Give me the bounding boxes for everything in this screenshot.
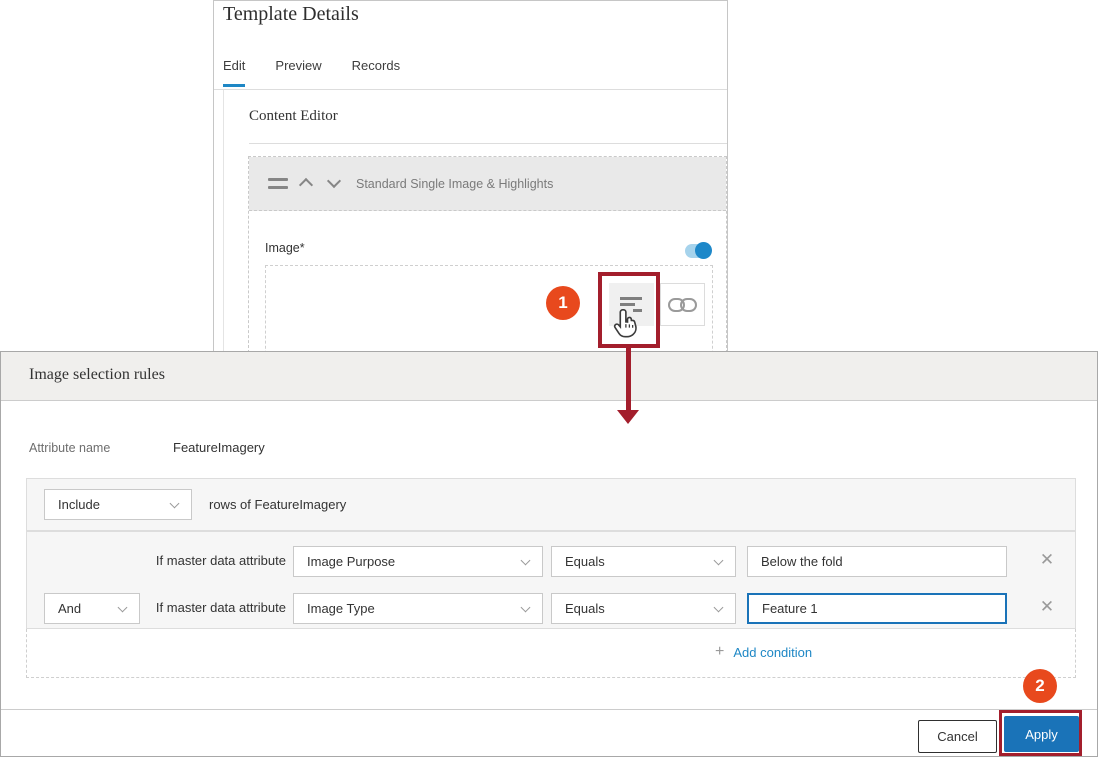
link-attribute-button[interactable] — [660, 283, 705, 326]
tab-content-area: Content Editor Standard Single Image & H… — [223, 90, 727, 352]
condition-prefix-label: If master data attribute — [127, 600, 286, 615]
page-title: Template Details — [223, 3, 359, 26]
chevron-down-icon — [170, 498, 180, 508]
tab-edit[interactable]: Edit — [223, 58, 245, 73]
attribute-name-label: Attribute name — [29, 441, 110, 455]
dialog-footer: Cancel Apply — [1, 709, 1097, 756]
attribute-name-value: FeatureImagery — [173, 440, 265, 455]
image-selection-rules-dialog: Image selection rules Attribute name Fea… — [0, 351, 1098, 757]
content-module: Standard Single Image & Highlights Image… — [248, 156, 727, 352]
dialog-title: Image selection rules — [29, 366, 165, 384]
add-condition-label: Add condition — [733, 645, 812, 660]
attribute-select-value: Image Purpose — [307, 554, 395, 569]
image-dropzone — [265, 265, 713, 352]
selection-rules-button[interactable] — [609, 283, 654, 326]
conjunction-select[interactable]: And — [44, 593, 140, 624]
condition-row: If master data attribute Image Purpose E… — [27, 537, 1075, 581]
image-field-toggle[interactable] — [685, 244, 710, 258]
active-tab-underline — [223, 84, 245, 87]
include-rule-row: Include rows of FeatureImagery — [26, 478, 1076, 531]
conditions-group: If master data attribute Image Purpose E… — [26, 531, 1076, 629]
chevron-down-icon — [327, 174, 341, 188]
move-up-button[interactable] — [297, 174, 315, 192]
add-condition-row: + Add condition — [26, 629, 1076, 678]
operator-select-value: Equals — [565, 601, 605, 616]
drag-handle-icon[interactable] — [268, 178, 288, 194]
cancel-button[interactable]: Cancel — [918, 720, 997, 753]
chevron-down-icon — [714, 602, 724, 612]
section-divider — [249, 143, 727, 144]
attribute-select[interactable]: Image Purpose — [293, 546, 543, 577]
conjunction-select-value: And — [58, 601, 81, 616]
template-details-panel: Template Details Edit Preview Records Co… — [213, 0, 728, 352]
operator-select[interactable]: Equals — [551, 546, 736, 577]
condition-value-input[interactable] — [747, 546, 1007, 577]
dialog-header: Image selection rules — [1, 352, 1097, 401]
condition-prefix-label: If master data attribute — [127, 553, 286, 568]
toggle-knob — [695, 242, 712, 259]
condition-value-input[interactable] — [747, 593, 1007, 624]
link-icon — [668, 298, 697, 312]
chevron-down-icon — [118, 602, 128, 612]
selection-rules-icon — [620, 297, 644, 315]
chevron-down-icon — [521, 555, 531, 565]
tab-preview[interactable]: Preview — [275, 58, 321, 73]
condition-row: And If master data attribute Image Type … — [27, 584, 1075, 628]
image-field-label: Image* — [265, 241, 305, 255]
attribute-select-value: Image Type — [307, 601, 375, 616]
move-down-button[interactable] — [325, 174, 343, 192]
remove-condition-button[interactable]: ✕ — [1035, 594, 1059, 620]
chevron-down-icon — [521, 602, 531, 612]
module-header-bar: Standard Single Image & Highlights — [249, 157, 726, 211]
chevron-up-icon — [299, 178, 313, 192]
include-suffix-text: rows of FeatureImagery — [209, 497, 346, 512]
apply-button[interactable]: Apply — [1004, 716, 1079, 752]
include-select[interactable]: Include — [44, 489, 192, 520]
operator-select-value: Equals — [565, 554, 605, 569]
chevron-down-icon — [714, 555, 724, 565]
screenshot-stage: Template Details Edit Preview Records Co… — [0, 0, 1100, 762]
include-select-value: Include — [58, 497, 100, 512]
tab-bar: Edit Preview Records — [223, 58, 400, 73]
attribute-select[interactable]: Image Type — [293, 593, 543, 624]
module-title: Standard Single Image & Highlights — [356, 177, 553, 191]
section-title: Content Editor — [249, 108, 338, 125]
remove-condition-button[interactable]: ✕ — [1035, 547, 1059, 573]
tab-records[interactable]: Records — [352, 58, 400, 73]
plus-icon: + — [715, 643, 724, 661]
operator-select[interactable]: Equals — [551, 593, 736, 624]
add-condition-link[interactable]: + Add condition — [715, 643, 812, 661]
